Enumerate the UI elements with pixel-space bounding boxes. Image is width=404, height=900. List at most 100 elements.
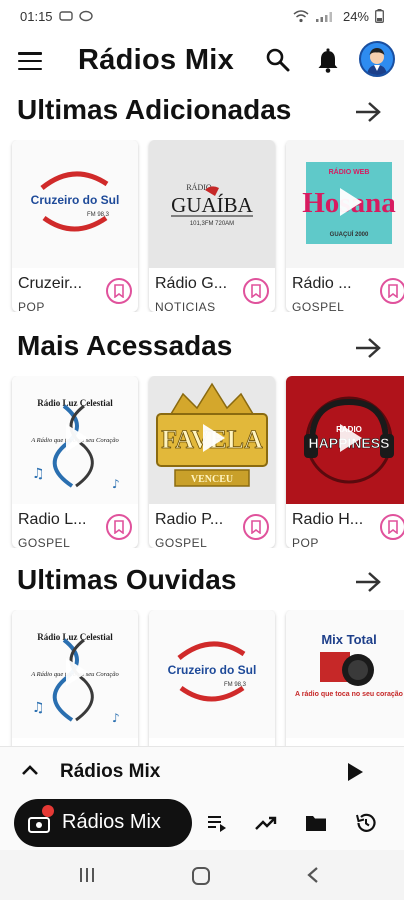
section-title: Ultimas Ouvidas [17,564,237,595]
card-name: Rádio ... [292,275,352,292]
avatar[interactable] [359,41,395,77]
arrow-right-icon[interactable] [354,100,382,124]
bookmark-icon [114,520,124,534]
home-icon[interactable] [191,866,211,891]
card-name: Rádio G... [155,275,228,292]
bookmark-icon [251,520,261,534]
logo-text: GUAÍBA [171,193,253,217]
card-list: Cruzeiro do Sul FM 98,3 Cruzeir... POP R… [0,140,404,312]
radio-logo: RÁDIO GUAÍBA 101,3FM 720AM [149,140,275,268]
radio-logo: Rádio Luz Celestial A Rádio que toca no … [12,610,138,738]
folder-icon[interactable] [304,811,328,835]
section-ultimas-ouvidas: Ultimas Ouvidas Rádio Luz Celestial A Rá… [0,564,404,746]
nav-active-label: Rádios Mix [62,811,161,833]
bookmark-icon [388,284,398,298]
radio-card[interactable]: Rádio Luz Celestial A Rádio que toca no … [12,610,138,746]
bookmark-button[interactable] [380,514,404,540]
app-bar: Rádios Mix [0,36,404,86]
bookmark-button[interactable] [243,278,269,304]
badge-dot [42,805,54,817]
bookmark-icon [388,520,398,534]
back-icon[interactable] [306,866,320,889]
logo-sub: VENCEU [191,474,233,485]
card-genre: POP [292,536,319,548]
bookmark-button[interactable] [243,514,269,540]
section-title: Mais Acessadas [17,330,233,361]
radio-logo: FAVELA VENCEU [149,376,275,504]
radio-card[interactable]: Rádio Luz Celestial A Rádio que toca no … [12,376,138,548]
logo-text: Cruzeiro do Sul [31,193,120,207]
radio-logo: RADIO HAPPINESS [286,376,404,504]
trending-icon[interactable] [254,811,278,835]
card-genre: NOTICIAS [155,300,216,312]
logo-text: Mix Total [321,632,376,647]
radio-logo: Rádio Luz Celestial A Rádio que toca no … [12,376,138,504]
card-genre: POP [18,300,45,312]
status-bar: 01:15 24% [0,0,404,32]
radio-card[interactable]: RÁDIO WEB Hosana GUAÇUÍ 2000 Rádio ... G… [286,140,404,312]
search-icon[interactable] [264,46,292,74]
battery-percent: 24% [342,8,369,24]
logo-sub: A rádio que toca no seu coração [295,691,403,698]
nav-item-radios-mix[interactable]: Rádios Mix [14,799,192,847]
card-genre: GOSPEL [155,536,208,548]
bookmark-icon [114,284,124,298]
radio-card[interactable]: Mix Total A rádio que toca no seu coraçã… [286,610,404,746]
card-genre: GOSPEL [292,300,345,312]
card-list: Rádio Luz Celestial A Rádio que toca no … [0,610,404,746]
radio-logo: Cruzeiro do Sul FM 98,3 [12,140,138,268]
logo-sub: GUAÇUÍ 2000 [330,230,369,238]
card-genre: GOSPEL [18,536,71,548]
radio-logo: Cruzeiro do Sul FM 98,3 [149,610,275,738]
bookmark-button[interactable] [380,278,404,304]
logo-sub: FM 98,3 [87,212,110,218]
section-mais-acessadas: Mais Acessadas Rádio Luz Celestial A Rád… [0,330,404,552]
logo-top: RÁDIO WEB [329,167,370,176]
card-name: Radio P... [155,511,224,528]
radio-card[interactable]: RÁDIO GUAÍBA 101,3FM 720AM Rádio G... NO… [149,140,275,312]
svg-text:♪: ♪ [112,477,120,491]
player-title[interactable]: Rádios Mix [60,761,160,783]
notification-icon [58,10,73,22]
queue-icon[interactable] [205,811,229,835]
card-name: Radio L... [18,511,87,528]
status-time: 01:15 [20,8,53,24]
bell-icon[interactable] [316,48,340,74]
mini-player: Rádios Mix Rádios Mix [0,746,404,850]
radio-logo: RÁDIO WEB Hosana GUAÇUÍ 2000 [286,140,404,268]
history-icon[interactable] [354,811,378,835]
arrow-right-icon[interactable] [354,336,382,360]
section-title: Ultimas Adicionadas [17,94,292,125]
card-name: Radio H... [292,511,364,528]
logo-top: Rádio Luz Celestial [37,398,113,408]
logo-sub: 101,3FM 720AM [190,221,234,227]
radio-card[interactable]: FAVELA VENCEU Radio P... GOSPEL [149,376,275,548]
section-ultimas-adicionadas: Ultimas Adicionadas Cruzeiro do Sul FM 9… [0,94,404,316]
card-name: Cruzeir... [18,275,83,292]
bookmark-button[interactable] [106,514,132,540]
battery-icon [375,9,384,23]
chevron-up-icon[interactable] [20,763,40,777]
card-list: Rádio Luz Celestial A Rádio que toca no … [0,376,404,548]
message-icon [78,10,93,22]
radio-card[interactable]: RADIO HAPPINESS Radio H... POP [286,376,404,548]
logo-text: Cruzeiro do Sul [168,663,257,677]
menu-icon[interactable] [18,50,42,72]
svg-text:♫: ♫ [32,700,45,716]
recents-icon[interactable] [78,866,96,889]
arrow-right-icon[interactable] [354,570,382,594]
user-avatar-icon [361,43,393,75]
radio-logo: Mix Total A rádio que toca no seu coraçã… [286,610,404,738]
logo-sub: FM 98,3 [224,682,247,688]
signal-icon [315,10,337,23]
system-nav-bar [0,850,404,900]
bookmark-icon [251,284,261,298]
wifi-icon [293,9,309,23]
svg-text:♪: ♪ [112,711,120,725]
svg-text:♫: ♫ [32,466,45,482]
logo-top: Rádio Luz Celestial [37,632,113,642]
radio-card[interactable]: Cruzeiro do Sul FM 98,3 [149,610,275,746]
bookmark-button[interactable] [106,278,132,304]
play-icon[interactable] [346,762,364,782]
radio-card[interactable]: Cruzeiro do Sul FM 98,3 Cruzeir... POP [12,140,138,312]
